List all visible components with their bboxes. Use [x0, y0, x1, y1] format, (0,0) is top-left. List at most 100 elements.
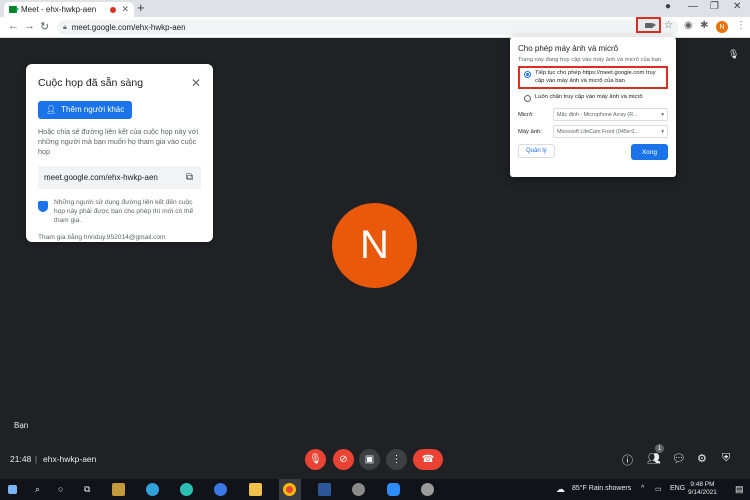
profile-avatar[interactable]: N: [716, 21, 728, 33]
block-option-text: Luôn chặn truy cập vào máy ảnh và micrô: [535, 94, 643, 100]
chevron-down-icon: ▾: [661, 128, 664, 135]
url-text: meet.google.com/ehx-hwkp-aen: [71, 23, 186, 32]
camera-select[interactable]: Microsoft LifeCam Front (045e:0... ▾: [553, 125, 668, 138]
camera-select-value: Microsoft LifeCam Front (045e:0...: [557, 128, 639, 135]
lock-icon: 🔒︎: [63, 23, 67, 31]
close-window-button[interactable]: ✕: [733, 1, 741, 12]
meeting-link: meet.google.com/ehx-hwkp-aen: [44, 172, 158, 182]
self-name-label: Bạn: [14, 421, 29, 430]
popup-actions: Quản lý Xong: [518, 144, 668, 160]
new-tab-button[interactable]: +: [137, 1, 145, 15]
weather-icon: ☁︎: [556, 484, 565, 494]
meeting-link-box: meet.google.com/ehx-hwkp-aen ⧉: [38, 165, 201, 189]
weather-text[interactable]: 85°F Rain showers: [572, 485, 631, 492]
system-clock[interactable]: 9:48 PM 9/14/2021: [688, 481, 717, 497]
extensions-puzzle-icon[interactable]: ✱: [700, 20, 708, 31]
meeting-time: 21:48: [10, 454, 32, 464]
security-note: Những người sử dụng đường liên kết đến c…: [38, 198, 201, 225]
person-add-icon: 👤︎: [46, 105, 57, 114]
browser-tab-meet[interactable]: Meet - ehx-hwkp-aen ✕: [4, 2, 134, 17]
file-explorer-icon[interactable]: [249, 483, 262, 496]
camera-toggle-button[interactable]: ⊘: [333, 449, 354, 470]
cortana-icon[interactable]: ○: [58, 484, 63, 494]
shield-icon: [38, 200, 48, 212]
zoom-icon[interactable]: [387, 483, 400, 496]
popup-subtitle: Trang này đang truy cập vào máy ảnh và m…: [518, 57, 663, 63]
mic-select-value: Mặc định - Microphone Array (R...: [557, 111, 638, 118]
allow-radio[interactable]: [524, 71, 531, 78]
extension-circle-icon[interactable]: ◉: [684, 20, 693, 31]
app-icon[interactable]: [352, 483, 365, 496]
allow-option-text: Tiếp tục cho phép https://meet.google.co…: [535, 70, 656, 84]
add-people-button[interactable]: 👤︎ Thêm người khác: [38, 100, 133, 119]
add-people-label: Thêm người khác: [61, 105, 125, 114]
meeting-ready-card: Cuộc họp đã sẵn sàng ✕ 👤︎ Thêm người khá…: [26, 64, 213, 242]
reload-icon[interactable]: ↻: [40, 20, 49, 33]
leave-call-button[interactable]: ☎︎: [413, 449, 443, 470]
present-button[interactable]: ▣: [359, 449, 380, 470]
popup-title: Cho phép máy ảnh và micrô: [518, 44, 619, 53]
people-icon[interactable]: 👥︎: [647, 452, 661, 465]
chrome-icon[interactable]: [283, 483, 296, 496]
mic-off-indicator-icon: 🎙︎: [728, 49, 740, 59]
meeting-details-icon[interactable]: ⓘ: [622, 452, 633, 468]
card-title: Cuộc họp đã sẵn sàng: [38, 77, 144, 89]
manage-button[interactable]: Quản lý: [518, 144, 555, 158]
edge-dev-icon[interactable]: [180, 483, 193, 496]
network-icon[interactable]: ▭: [655, 485, 662, 493]
present-screen-icon: ▣: [364, 454, 375, 465]
block-option[interactable]: Luôn chặn truy cập vào máy ảnh và micrô: [518, 94, 668, 102]
back-icon[interactable]: ←: [8, 20, 19, 32]
done-button[interactable]: Xong: [630, 144, 668, 160]
tray-arrow-icon[interactable]: ^: [641, 485, 644, 492]
copy-icon[interactable]: ⧉: [186, 172, 193, 183]
browser-icon[interactable]: [214, 483, 227, 496]
joined-as-text: Tham gia bằng hnnduy.952014@gmail.com: [38, 233, 166, 241]
windows-start-icon[interactable]: [8, 485, 17, 494]
store-icon[interactable]: [112, 483, 125, 496]
clock-time: 9:48 PM: [690, 481, 715, 488]
more-options-button[interactable]: ⋮: [386, 449, 407, 470]
hang-up-icon: ☎︎: [421, 454, 435, 465]
tab-search-icon[interactable]: ●: [665, 1, 671, 12]
app-icon-2[interactable]: [421, 483, 434, 496]
mic-row: Micrô: Mặc định - Microphone Array (R...…: [518, 108, 668, 121]
chat-icon[interactable]: 💬︎: [672, 452, 686, 465]
search-icon[interactable]: ⌕: [35, 484, 40, 495]
block-radio[interactable]: [524, 95, 531, 102]
maximize-button[interactable]: ❐: [710, 1, 719, 12]
tab-title: Meet - ehx-hwkp-aen: [21, 5, 97, 14]
minimize-button[interactable]: —: [688, 1, 698, 12]
close-icon[interactable]: ✕: [191, 76, 201, 90]
host-controls-icon[interactable]: ⛨: [722, 452, 730, 465]
task-view-icon[interactable]: ⧉: [84, 484, 90, 495]
mic-select[interactable]: Mặc định - Microphone Array (R... ▾: [553, 108, 668, 121]
mic-off-icon: 🎙︎: [309, 454, 322, 465]
camera-off-icon: ⊘: [339, 454, 348, 465]
bookmark-star-icon[interactable]: ☆: [664, 20, 673, 31]
tab-close-button[interactable]: ✕: [121, 4, 129, 15]
notifications-icon[interactable]: ▤: [735, 484, 744, 495]
activities-icon[interactable]: ⚙︎: [697, 452, 707, 465]
recording-dot-icon: [110, 6, 117, 13]
share-description: Hoặc chia sẻ đường liên kết của cuộc họp…: [38, 126, 199, 156]
camera-permission-icon[interactable]: [636, 17, 661, 33]
mic-toggle-button[interactable]: 🎙︎: [305, 449, 326, 470]
camera-row: Máy ảnh: Microsoft LifeCam Front (045e:0…: [518, 125, 668, 138]
participant-avatar: N: [332, 203, 417, 288]
browser-menu-icon[interactable]: ⋮: [736, 20, 746, 31]
camera-mic-permission-popup: Cho phép máy ảnh và micrô Trang này đang…: [510, 37, 676, 177]
camera-label: Máy ảnh:: [518, 128, 542, 135]
more-vert-icon: ⋮: [391, 454, 402, 465]
edge-icon[interactable]: [146, 483, 159, 496]
participant-count-badge: 1: [655, 444, 664, 453]
clock-date: 9/14/2021: [688, 489, 717, 496]
allow-option[interactable]: Tiếp tục cho phép https://meet.google.co…: [518, 66, 668, 89]
word-icon[interactable]: [318, 483, 331, 496]
google-meet-icon: [9, 6, 19, 13]
camera-icon: [644, 22, 656, 28]
chevron-down-icon: ▾: [661, 111, 664, 118]
forward-icon[interactable]: →: [24, 20, 35, 32]
language-indicator[interactable]: ENG: [670, 485, 685, 492]
address-bar[interactable]: 🔒︎ meet.google.com/ehx-hwkp-aen: [57, 20, 679, 35]
